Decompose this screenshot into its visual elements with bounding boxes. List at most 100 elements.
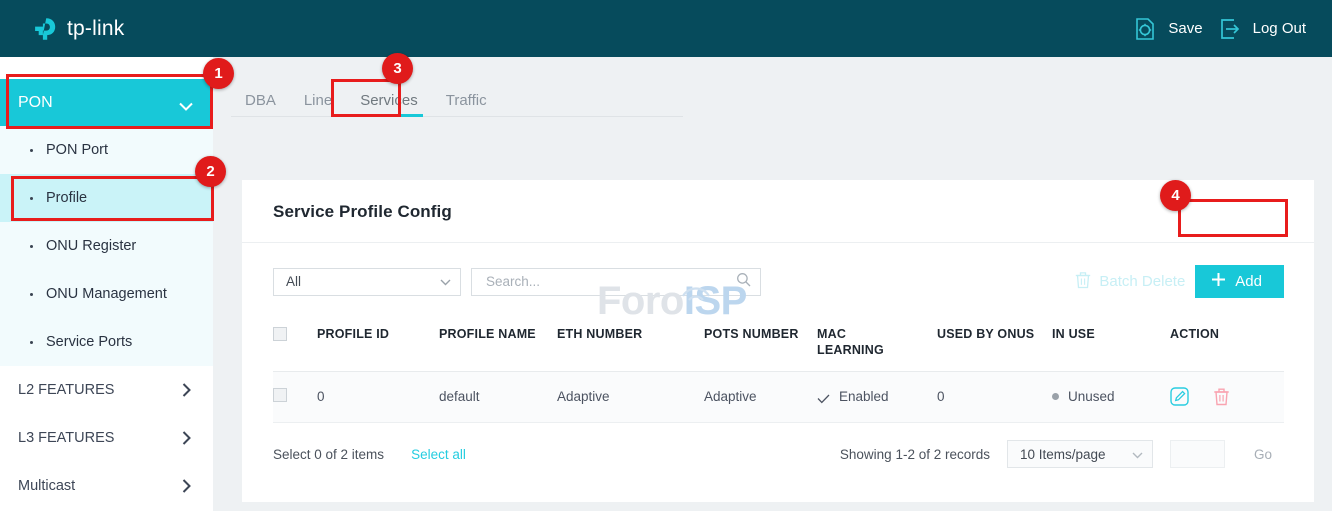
go-button[interactable]: Go <box>1242 440 1284 468</box>
cell-eth-number: Adaptive <box>557 372 704 423</box>
profile-table: PROFILE ID PROFILE NAME ETH NUMBER POTS … <box>273 317 1284 423</box>
column-action: ACTION <box>1170 317 1284 372</box>
search-box[interactable] <box>471 268 761 296</box>
cell-used-by-onus: 0 <box>937 372 1052 423</box>
cell-profile-id: 0 <box>317 372 439 423</box>
page-title: Service Profile Config <box>242 180 1314 222</box>
chevron-right-icon <box>182 479 191 493</box>
trash-icon <box>1075 271 1091 293</box>
add-button[interactable]: Add <box>1195 265 1284 298</box>
column-used-by-onus: USED BY ONUS <box>937 317 1052 372</box>
plus-icon <box>1211 272 1226 291</box>
column-in-use: IN USE <box>1052 317 1170 372</box>
sidebar-item-label: Service Ports <box>46 334 132 350</box>
tab-dba[interactable]: DBA <box>231 93 290 116</box>
table-footer: Select 0 of 2 items Select all Showing 1… <box>273 440 1284 468</box>
sidebar-item-label: PON Port <box>46 142 108 158</box>
cell-action <box>1170 372 1284 423</box>
batch-delete-button[interactable]: Batch Delete <box>1075 271 1185 293</box>
tab-services[interactable]: Services <box>346 93 432 116</box>
sidebar-item-label: ONU Management <box>46 286 167 302</box>
sidebar: PON PON Port Profile ONU Register <box>0 57 213 511</box>
page-number-input[interactable] <box>1170 440 1225 468</box>
chevron-down-icon <box>179 98 193 107</box>
page-size-value: 10 Items/page <box>1020 447 1106 462</box>
bullet-icon <box>30 149 33 152</box>
sidebar-group-l2-features[interactable]: L2 FEATURES <box>0 366 213 414</box>
select-all-header <box>273 317 317 372</box>
tab-bar: DBA Line Services Traffic <box>231 79 683 117</box>
table-row[interactable]: 0 default Adaptive Adaptive <box>273 372 1284 423</box>
row-checkbox[interactable] <box>273 388 287 402</box>
select-all-link[interactable]: Select all <box>411 447 466 462</box>
save-label: Save <box>1168 20 1202 37</box>
table-body: 0 default Adaptive Adaptive <box>273 372 1284 423</box>
sidebar-item-pon-port[interactable]: PON Port <box>0 126 213 174</box>
logout-arrow-icon <box>1217 16 1243 42</box>
sidebar-item-label: ONU Register <box>46 238 136 254</box>
chevron-down-icon <box>440 274 451 289</box>
bullet-icon <box>30 245 33 248</box>
chevron-down-icon <box>1132 447 1143 462</box>
sidebar-item-label: Profile <box>46 190 87 206</box>
edit-pencil-icon[interactable] <box>1170 387 1189 406</box>
sidebar-group-pon-label: PON <box>18 94 53 112</box>
logout-label: Log Out <box>1253 20 1306 37</box>
cell-in-use: Unused <box>1052 372 1170 423</box>
sidebar-group-label: L2 FEATURES <box>18 382 114 398</box>
sidebar-group-label: L3 FEATURES <box>18 430 114 446</box>
column-profile-name: PROFILE NAME <box>439 317 557 372</box>
bullet-icon <box>30 293 33 296</box>
cell-profile-name: default <box>439 372 557 423</box>
bullet-icon <box>30 197 33 200</box>
check-icon <box>817 392 830 402</box>
search-input[interactable] <box>484 273 730 290</box>
cell-pots-number: Adaptive <box>704 372 817 423</box>
status-dot-icon <box>1052 393 1059 400</box>
tab-line[interactable]: Line <box>290 93 346 116</box>
chevron-right-icon <box>182 383 191 397</box>
cell-mac-learning: Enabled <box>817 372 937 423</box>
sidebar-item-profile[interactable]: Profile <box>0 174 213 222</box>
filter-select[interactable]: All <box>273 268 461 296</box>
save-button[interactable]: Save <box>1132 16 1202 42</box>
brand-name: tp-link <box>67 17 124 41</box>
column-eth-number: ETH NUMBER <box>557 317 704 372</box>
sidebar-group-multicast[interactable]: Multicast <box>0 462 213 510</box>
tplink-logo-icon <box>30 14 60 44</box>
tab-traffic[interactable]: Traffic <box>432 93 501 116</box>
table-header: PROFILE ID PROFILE NAME ETH NUMBER POTS … <box>273 317 1284 372</box>
sidebar-group-pon[interactable]: PON <box>0 79 213 126</box>
selection-info: Select 0 of 2 items <box>273 447 384 462</box>
sidebar-item-service-ports[interactable]: Service Ports <box>0 318 213 366</box>
status-badge: Unused <box>1068 389 1115 404</box>
page-root: tp-link Save <box>0 0 1332 511</box>
table-toolbar: All <box>242 243 1314 298</box>
filter-select-value: All <box>286 274 301 289</box>
delete-trash-icon[interactable] <box>1213 387 1230 406</box>
sidebar-group-label: Multicast <box>18 478 75 494</box>
sidebar-item-onu-management[interactable]: ONU Management <box>0 270 213 318</box>
select-all-checkbox[interactable] <box>273 327 287 341</box>
column-profile-id: PROFILE ID <box>317 317 439 372</box>
bullet-icon <box>30 341 33 344</box>
sidebar-group-l3-features[interactable]: L3 FEATURES <box>0 414 213 462</box>
sidebar-sub-items: PON Port Profile ONU Register ONU Manage… <box>0 126 213 366</box>
search-icon[interactable] <box>736 272 751 292</box>
page-size-select[interactable]: 10 Items/page <box>1007 440 1153 468</box>
row-select-cell <box>273 372 317 423</box>
main-content: DBA Line Services Traffic Service Profil… <box>213 57 1332 511</box>
logout-button[interactable]: Log Out <box>1217 16 1306 42</box>
service-profile-card: Service Profile Config All <box>242 180 1314 502</box>
column-mac-learning-label: MAC LEARNING <box>817 327 875 358</box>
batch-delete-label: Batch Delete <box>1099 273 1185 290</box>
header-actions: Save Log Out <box>1132 16 1306 42</box>
top-header-bar: tp-link Save <box>0 0 1332 57</box>
pagination-controls: Showing 1-2 of 2 records 10 Items/page G… <box>840 440 1284 468</box>
cell-mac-learning-value: Enabled <box>839 389 889 404</box>
save-gear-icon <box>1132 16 1158 42</box>
column-mac-learning: MAC LEARNING <box>817 317 937 372</box>
records-info: Showing 1-2 of 2 records <box>840 447 990 462</box>
brand-logo: tp-link <box>30 14 124 44</box>
sidebar-item-onu-register[interactable]: ONU Register <box>0 222 213 270</box>
